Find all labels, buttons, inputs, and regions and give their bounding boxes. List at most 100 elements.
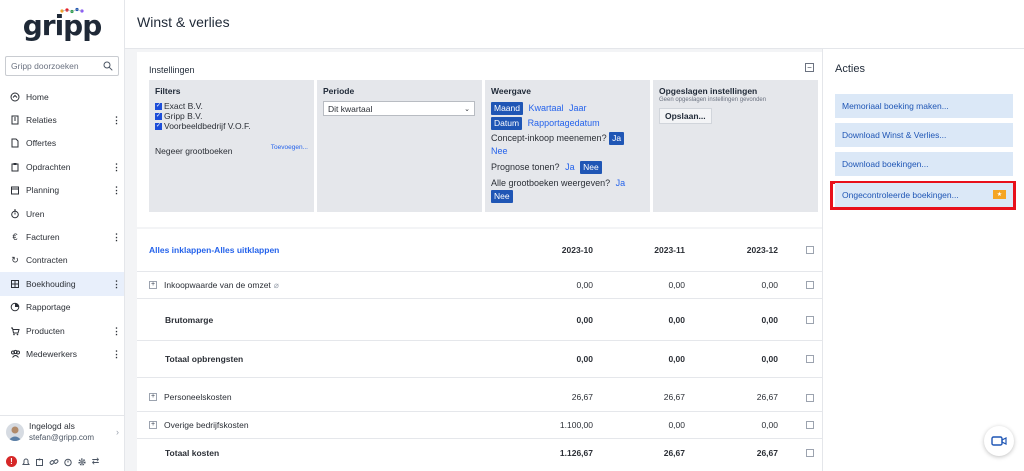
sidebar-item-facturen[interactable]: € Facturen ⋮ <box>0 225 124 248</box>
expand-plus-icon[interactable]: + <box>149 393 157 401</box>
option-jaar[interactable]: Jaar <box>569 103 587 113</box>
sidebar-item-label: Rapportage <box>26 302 71 313</box>
unchecked-bookings-button[interactable]: Ongecontroleerde boekingen... ★ <box>835 183 1013 207</box>
more-icon[interactable]: ⋮ <box>112 326 121 335</box>
row-label-text: Brutomarge <box>165 314 214 325</box>
row-value: 26,67 <box>756 392 778 402</box>
download-bookings-button[interactable]: Download boekingen... <box>835 152 1013 176</box>
select-all-checkbox[interactable] <box>806 246 814 254</box>
alle-ja[interactable]: Ja <box>616 178 626 188</box>
user-account[interactable]: Ingelogd als stefan@gripp.com › <box>0 415 125 447</box>
settings-title: Instellingen <box>149 65 195 75</box>
filter-checkbox-row[interactable]: ✓ Exact B.V. <box>155 101 308 111</box>
more-icon[interactable]: ⋮ <box>112 162 121 171</box>
filter-checkbox-row[interactable]: ✓ Gripp B.V. <box>155 111 308 121</box>
bell-icon[interactable] <box>20 456 31 467</box>
sidebar-item-contracten[interactable]: ↻ Contracten <box>0 249 124 272</box>
clipboard-icon <box>9 161 21 173</box>
collapse-button[interactable]: − <box>805 63 814 72</box>
link-icon[interactable] <box>48 456 59 467</box>
table-row: Brutomarge 0,00 0,00 0,00 <box>137 299 822 341</box>
gear-icon[interactable] <box>76 456 87 467</box>
row-value: 0,00 <box>761 314 778 325</box>
sidebar-item-relaties[interactable]: Relaties ⋮ <box>0 108 124 131</box>
option-maand[interactable]: Maand <box>491 102 523 115</box>
video-camera-icon <box>991 436 1007 446</box>
sidebar-item-rapportage[interactable]: Rapportage <box>0 296 124 319</box>
row-value: 0,00 <box>576 280 593 290</box>
more-icon[interactable]: ⋮ <box>112 279 121 288</box>
concept-ja[interactable]: Ja <box>609 132 625 145</box>
row-checkbox[interactable] <box>806 355 814 363</box>
sidebar-item-home[interactable]: Home <box>0 85 124 108</box>
row-checkbox[interactable] <box>806 394 814 402</box>
row-checkbox[interactable] <box>806 421 814 429</box>
sidebar-item-uren[interactable]: Uren <box>0 202 124 225</box>
switch-icon[interactable]: ⇄ <box>90 456 101 467</box>
more-icon[interactable]: ⋮ <box>112 186 121 195</box>
memoriaal-booking-button[interactable]: Memoriaal boeking maken... <box>835 94 1013 118</box>
row-value: 0,00 <box>576 354 593 364</box>
sidebar-item-planning[interactable]: Planning ⋮ <box>0 179 124 202</box>
sidebar-item-opdrachten[interactable]: Opdrachten ⋮ <box>0 155 124 178</box>
puzzle-icon[interactable] <box>34 456 45 467</box>
prognose-nee[interactable]: Nee <box>580 161 602 174</box>
concept-nee[interactable]: Nee <box>491 146 508 156</box>
logo-dots-icon <box>60 7 84 14</box>
sidebar-item-producten[interactable]: Producten ⋮ <box>0 319 124 342</box>
row-label: + Inkoopwaarde van de omzet ⌀ <box>149 280 279 291</box>
prognose-ja[interactable]: Ja <box>565 162 575 172</box>
saved-settings-heading: Opgeslagen instellingen <box>659 86 758 96</box>
sidebar-item-label: Home <box>26 91 49 102</box>
row-checkbox[interactable] <box>806 315 814 324</box>
sidebar-footer-icons: ! ⇄ <box>6 456 101 467</box>
checkbox-checked-icon[interactable]: ✓ <box>155 122 162 130</box>
alert-icon[interactable]: ! <box>6 456 17 467</box>
option-datum[interactable]: Datum <box>491 117 523 130</box>
expand-plus-icon[interactable]: + <box>149 421 157 429</box>
periode-select[interactable]: Dit kwartaal ⌄ <box>323 101 475 116</box>
add-ledger-link[interactable]: Toevoegen... <box>271 144 308 151</box>
users-icon <box>9 348 21 360</box>
filter-checkbox-row[interactable]: ✓ Voorbeeldbedrijf V.O.F. <box>155 121 308 131</box>
checkbox-checked-icon[interactable]: ✓ <box>155 102 162 110</box>
periode-selected: Dit kwartaal <box>328 103 373 114</box>
actions-panel: Acties Memoriaal boeking maken... Downlo… <box>822 49 1024 471</box>
more-icon[interactable]: ⋮ <box>112 349 121 358</box>
download-profit-loss-button[interactable]: Download Winst & Verlies... <box>835 123 1013 147</box>
cart-icon <box>9 325 21 337</box>
search-box[interactable]: Gripp doorzoeken <box>5 56 119 76</box>
page-header: Winst & verlies <box>125 0 1024 49</box>
ledger-icon <box>9 278 21 290</box>
save-settings-button[interactable]: Opslaan... <box>659 108 712 124</box>
sidebar-item-label: Contracten <box>26 255 68 266</box>
more-icon[interactable]: ⋮ <box>112 116 121 125</box>
refresh-icon: ↻ <box>11 254 19 265</box>
video-call-button[interactable] <box>984 426 1014 456</box>
periode-column: Periode Dit kwartaal ⌄ <box>317 80 482 212</box>
expand-collapse-link[interactable]: Alles inklappen-Alles uitklappen <box>149 245 279 255</box>
more-icon[interactable]: ⋮ <box>112 233 121 242</box>
sidebar-item-label: Opdrachten <box>26 161 71 172</box>
user-label: Ingelogd als <box>29 420 75 431</box>
sidebar-item-medewerkers[interactable]: Medewerkers ⋮ <box>0 342 124 365</box>
alle-nee[interactable]: Nee <box>491 190 513 203</box>
checkbox-checked-icon[interactable]: ✓ <box>155 112 162 120</box>
expand-plus-icon[interactable]: + <box>149 281 157 289</box>
stopwatch-icon[interactable] <box>62 456 73 467</box>
row-checkbox[interactable] <box>806 281 814 289</box>
row-label-text: Overige bedrijfskosten <box>164 420 249 430</box>
actions-title: Acties <box>835 63 865 75</box>
option-rapportagedatum[interactable]: Rapportagedatum <box>528 118 600 128</box>
option-kwartaal[interactable]: Kwartaal <box>529 103 564 113</box>
sidebar-item-boekhouding[interactable]: Boekhouding ⋮ <box>0 272 124 296</box>
gripp-logo[interactable]: gripp <box>0 0 124 50</box>
row-label-text: Personeelskosten <box>164 392 232 402</box>
row-checkbox[interactable] <box>806 449 814 457</box>
sidebar-item-label: Relaties <box>26 115 57 126</box>
settings-panel: Instellingen − Filters ✓ Exact B.V. ✓ Grip… <box>137 52 822 227</box>
search-input[interactable]: Gripp doorzoeken <box>11 61 79 71</box>
main-content: Instellingen − Filters ✓ Exact B.V. ✓ Grip… <box>125 49 822 471</box>
sidebar-item-offertes[interactable]: Offertes <box>0 132 124 155</box>
chevron-down-icon: ⌄ <box>464 105 470 113</box>
